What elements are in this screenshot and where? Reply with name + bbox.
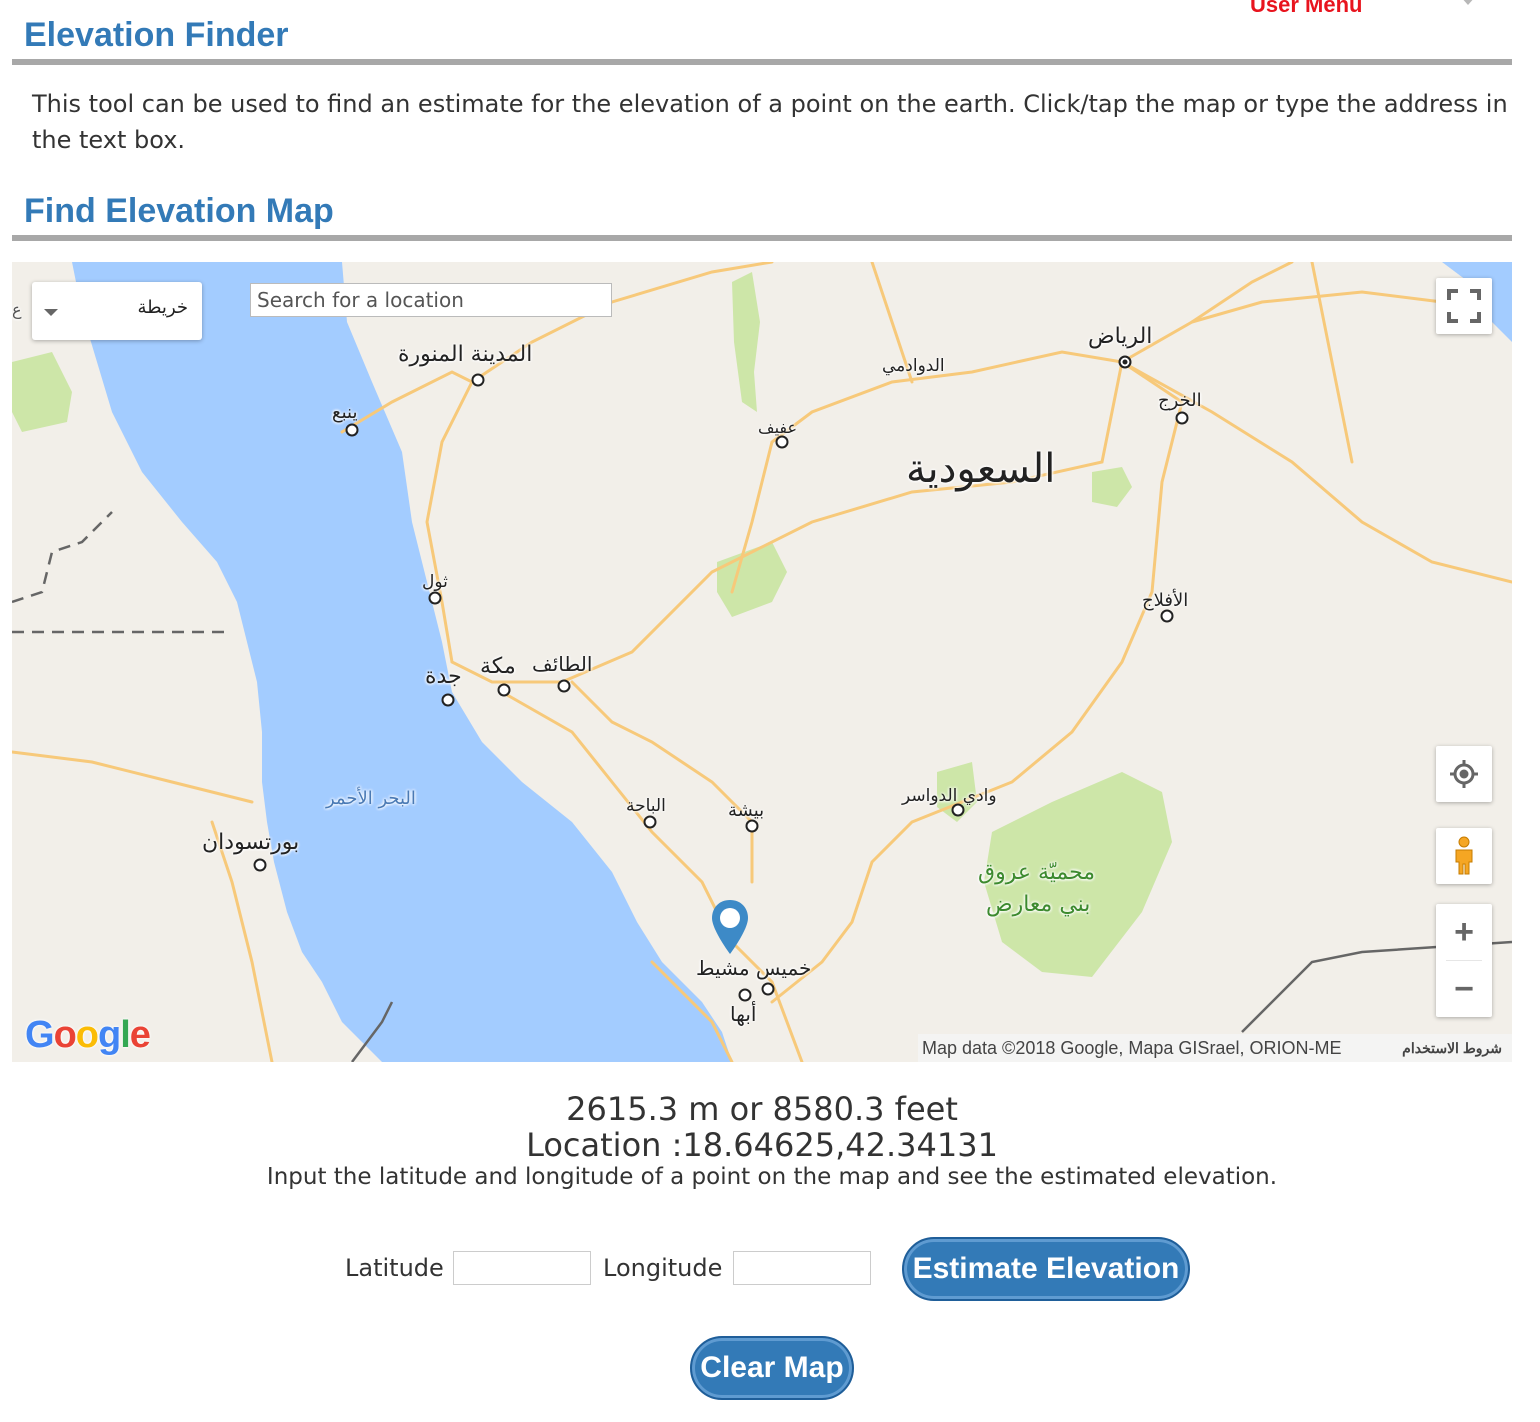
map-pin-icon[interactable] [708, 898, 752, 956]
reserve-label-line1: محميّة عروق [978, 860, 1096, 885]
fullscreen-button[interactable] [1436, 278, 1492, 334]
park-west [12, 352, 72, 432]
city-dot-yanbu [345, 423, 359, 437]
latitude-label: Latitude [345, 1254, 444, 1282]
map-attribution[interactable]: Map data ©2018 Google, Mapa GISrael, ORI… [922, 1034, 1341, 1062]
place-label-yanbu: ينبع [332, 402, 358, 423]
zoom-control: + − [1436, 904, 1492, 1017]
map-section-divider [12, 235, 1512, 241]
zoom-in-button[interactable]: + [1436, 904, 1492, 960]
location-result: Location :18.64625,42.34131 [526, 1126, 998, 1164]
map-type-edge-text: ع [12, 300, 22, 319]
zoom-out-button[interactable]: − [1436, 961, 1492, 1017]
reserve-label-line2: بني معارض [986, 892, 1091, 917]
user-menu-caret-icon[interactable] [1460, 0, 1476, 5]
capital-dot-riyadh [1118, 355, 1132, 369]
clear-map-button[interactable]: Clear Map [690, 1336, 854, 1400]
input-hint: Input the latitude and longitude of a po… [266, 1164, 1278, 1190]
map-canvas[interactable] [12, 262, 1512, 1062]
city-dot-mecca [497, 683, 511, 697]
user-menu[interactable]: User Menu [1250, 0, 1362, 18]
place-label-mecca: مكة [480, 654, 516, 679]
city-dot-afif [775, 435, 789, 449]
city-dot-kharj [1175, 411, 1189, 425]
map-type-label: خريطة [137, 297, 188, 318]
place-label-taif: الطائف [532, 652, 593, 676]
city-dot-khamis [761, 982, 775, 996]
fullscreen-icon [1447, 289, 1481, 323]
longitude-input[interactable] [733, 1251, 871, 1285]
city-dot-abha [738, 988, 752, 1002]
latitude-input[interactable] [453, 1251, 591, 1285]
place-label-bisha: بيشة [728, 800, 765, 821]
terms-link[interactable]: شروط الاستخدام [1402, 1034, 1502, 1062]
place-label-khamis-mushait: خميس مشيط [696, 956, 812, 980]
city-dot-taif [557, 679, 571, 693]
city-dot-bisha [745, 819, 759, 833]
place-label-jeddah: جدة [425, 664, 462, 689]
park-north [732, 272, 760, 412]
place-label-baha: الباحة [626, 796, 666, 816]
place-label-dawadmi: الدوادمي [882, 356, 945, 376]
country-label-saudi: السعودية [906, 446, 1056, 492]
red-sea-water [72, 262, 732, 1062]
place-label-medina: المدينة المنورة [398, 342, 533, 367]
my-location-button[interactable] [1436, 746, 1492, 802]
city-dot-medina [471, 373, 485, 387]
title-divider [12, 59, 1512, 65]
map-section-title: Find Elevation Map [24, 192, 334, 230]
place-label-aflaj: الأفلاج [1142, 590, 1189, 611]
estimate-elevation-button[interactable]: Estimate Elevation [902, 1237, 1190, 1301]
intro-text: This tool can be used to find an estimat… [32, 90, 1508, 154]
place-label-kharj: الخرج [1158, 390, 1202, 411]
my-location-icon [1450, 760, 1478, 788]
map-search-input[interactable] [250, 283, 612, 317]
map-type-selector[interactable]: خريطة [32, 282, 202, 340]
google-logo[interactable]: Google [25, 1014, 151, 1057]
elevation-map[interactable]: خريطة ع + − المدينة المنورة ينبع الدوادم… [12, 262, 1512, 1062]
street-view-button[interactable] [1436, 828, 1492, 884]
page-title: Elevation Finder [24, 16, 289, 54]
place-label-abha: أبها [730, 1002, 757, 1026]
chevron-down-icon[interactable] [44, 309, 58, 316]
longitude-label: Longitude [603, 1254, 723, 1282]
city-dot-aflaj [1160, 609, 1174, 623]
park-riyadh [1092, 467, 1132, 507]
place-label-afif: عفيف [758, 418, 798, 437]
city-dot-thuwal [428, 591, 442, 605]
sea-label-red-sea: البحر الأحمر [326, 788, 416, 809]
place-label-thuwal: ثول [422, 572, 448, 592]
place-label-port-sudan: بورتسودان [202, 830, 300, 855]
city-dot-port-sudan [253, 858, 267, 872]
city-dot-baha [643, 815, 657, 829]
city-dot-wadi-dawasir [951, 803, 965, 817]
city-dot-jeddah [441, 693, 455, 707]
place-label-riyadh: الرياض [1088, 324, 1153, 349]
pegman-icon [1455, 836, 1473, 875]
elevation-result: 2615.3 m or 8580.3 feet [566, 1090, 958, 1128]
map-attribution-bar: Map data ©2018 Google, Mapa GISrael, ORI… [918, 1034, 1512, 1062]
place-label-wadi-dawasir: وادي الدواسر [902, 786, 997, 806]
